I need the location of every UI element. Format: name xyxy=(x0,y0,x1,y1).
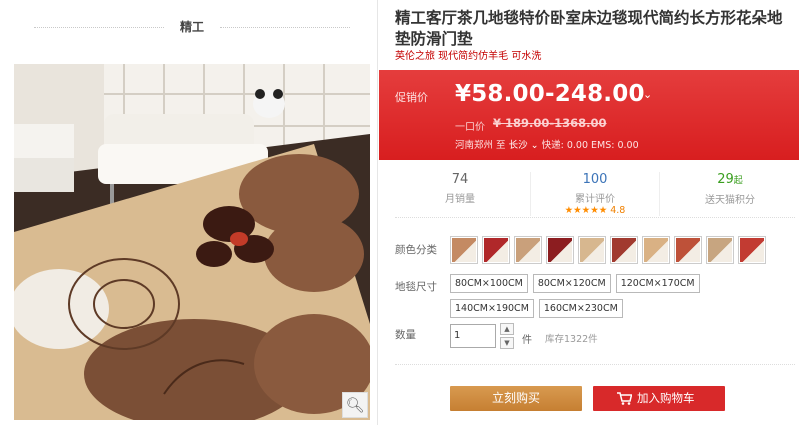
ship-to-selector[interactable]: 长沙 ⌄ xyxy=(509,140,539,151)
swatch-thumb xyxy=(676,238,700,262)
original-price: ¥ 189.00-1368.00 xyxy=(493,116,607,130)
chevron-down-icon[interactable]: ⌄ xyxy=(643,88,652,101)
quantity-label: 数量 xyxy=(395,329,416,341)
monthly-sales: 74 月销量 xyxy=(395,172,525,205)
product-subtitle: 英伦之旅 现代简约仿羊毛 可水洗 xyxy=(395,51,542,62)
chevron-up-icon: ▲ xyxy=(504,325,510,333)
monthly-sales-label: 月销量 xyxy=(445,194,475,205)
shipping-row: 河南郑州 至 长沙 ⌄ 快递: 0.00 EMS: 0.00 xyxy=(455,137,639,151)
tab-divider-right xyxy=(220,27,350,28)
swatch-thumb xyxy=(644,238,668,262)
ship-to-word: 至 xyxy=(496,140,506,151)
add-to-cart-button[interactable]: 加入购物车 xyxy=(593,386,725,411)
color-swatch[interactable] xyxy=(642,236,670,264)
carpet-room-photo xyxy=(14,64,370,420)
points-value: 29 xyxy=(717,172,734,187)
size-option-label: 地毯尺寸 xyxy=(395,281,437,293)
quantity-decrease-button[interactable]: ▼ xyxy=(500,337,514,349)
rating-stars: ★★★★★ 4.8 xyxy=(531,205,659,216)
chevron-down-icon: ⌄ xyxy=(530,140,539,151)
color-swatch[interactable] xyxy=(450,236,478,264)
points-label: 送天猫积分 xyxy=(705,195,755,206)
rating-score: 4.8 xyxy=(610,205,626,216)
promo-price: ¥58.00-248.00 xyxy=(455,81,645,107)
color-swatch[interactable] xyxy=(610,236,638,264)
chevron-down-icon: ▼ xyxy=(504,339,510,347)
color-swatch[interactable] xyxy=(706,236,734,264)
review-stats[interactable]: 100 累计评价 ★★★★★ 4.8 xyxy=(530,172,660,216)
color-swatch[interactable] xyxy=(546,236,574,264)
buy-now-button[interactable]: 立刻购买 xyxy=(450,386,582,411)
monthly-sales-count: 74 xyxy=(451,172,469,187)
swatch-thumb xyxy=(452,238,476,262)
price-panel: 促销价 ¥58.00-248.00 ⌄ 一口价 ¥ 189.00-1368.00… xyxy=(379,70,799,160)
review-count: 100 xyxy=(582,172,608,187)
color-swatch[interactable] xyxy=(578,236,606,264)
swatch-thumb xyxy=(484,238,508,262)
quantity-increase-button[interactable]: ▲ xyxy=(500,323,514,335)
ship-from: 河南郑州 xyxy=(455,140,494,151)
sales-stats: 74 月销量 100 累计评价 ★★★★★ 4.8 29起 送天猫积分 xyxy=(395,168,795,218)
product-main-image[interactable]: 🔍︎ xyxy=(14,64,370,420)
color-swatch[interactable] xyxy=(674,236,702,264)
product-title: 精工客厅茶几地毯特价卧室床边毯现代简约长方形花朵地垫防滑门垫 xyxy=(395,9,783,48)
size-option-80x120[interactable]: 80CM×120CM xyxy=(532,274,611,293)
size-option-140x190[interactable]: 140CM×190CM xyxy=(450,299,534,318)
points-unit: 起 xyxy=(733,176,743,186)
size-option-120x170[interactable]: 120CM×170CM xyxy=(615,274,700,293)
color-option-label: 颜色分类 xyxy=(395,244,437,256)
cart-icon xyxy=(617,392,632,405)
magnifier-icon[interactable]: 🔍︎ xyxy=(342,392,368,418)
swatch-thumb xyxy=(708,238,732,262)
quantity-input[interactable]: 1 xyxy=(450,324,496,348)
gallery: 精工 🔍︎ xyxy=(0,0,378,425)
ship-to-city: 长沙 xyxy=(508,140,528,151)
color-swatch[interactable] xyxy=(738,236,766,264)
add-to-cart-label: 加入购物车 xyxy=(637,391,695,405)
stock-count: 库存1322件 xyxy=(545,334,598,345)
swatch-thumb xyxy=(612,238,636,262)
size-option-80x100[interactable]: 80CM×100CM xyxy=(450,274,528,293)
size-options: 80CM×100CM 80CM×120CM 120CM×170CM 140CM×… xyxy=(450,274,780,318)
review-label: 累计评价 xyxy=(575,194,615,205)
swatch-thumb xyxy=(516,238,540,262)
promo-price-label: 促销价 xyxy=(395,91,428,104)
color-swatch[interactable] xyxy=(482,236,510,264)
shipping-fees: 快递: 0.00 EMS: 0.00 xyxy=(541,140,639,151)
color-swatch[interactable] xyxy=(514,236,542,264)
original-price-label: 一口价 xyxy=(455,122,485,133)
divider xyxy=(395,364,795,365)
size-option-160x230[interactable]: 160CM×230CM xyxy=(538,299,623,318)
swatch-thumb xyxy=(580,238,604,262)
points-stats: 29起 送天猫积分 xyxy=(665,172,795,206)
star-icons: ★★★★★ xyxy=(564,205,608,216)
product-info: 精工客厅茶几地毯特价卧室床边毯现代简约长方形花朵地垫防滑门垫 英伦之旅 现代简约… xyxy=(379,0,799,425)
swatch-thumb xyxy=(740,238,764,262)
quantity-unit: 件 xyxy=(522,335,532,346)
color-swatches xyxy=(450,236,766,264)
swatch-thumb xyxy=(548,238,572,262)
gallery-tab[interactable]: 精工 xyxy=(14,0,370,54)
